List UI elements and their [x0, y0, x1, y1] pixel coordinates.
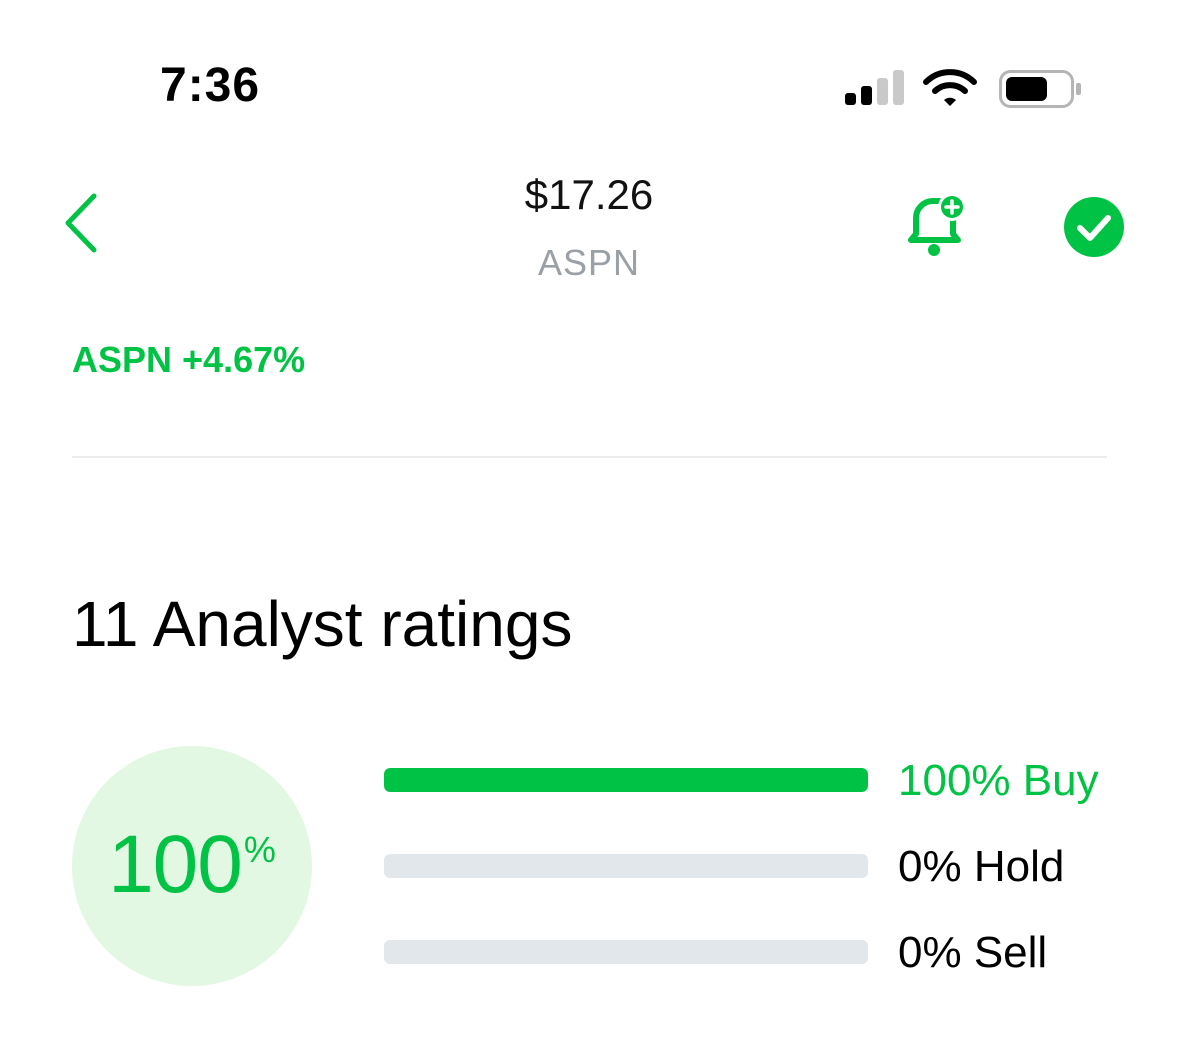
hold-rating-label: 0% Hold: [898, 842, 1065, 891]
chevron-left-icon: [65, 193, 97, 253]
buy-rating-fill: [384, 768, 868, 792]
stock-price: $17.26: [524, 171, 654, 218]
stock-symbol: ASPN: [537, 242, 641, 283]
battery-icon: [999, 70, 1081, 108]
stock-detail-screen: 7:36 $17.26 ASPN ASPN +4.67% 11 Analyst …: [0, 0, 1179, 1059]
sell-rating-label: 0% Sell: [898, 928, 1048, 977]
sell-rating-bar: [384, 940, 868, 964]
analyst-score: 100%: [72, 824, 312, 906]
ticker-change[interactable]: ASPN +4.67%: [72, 342, 305, 378]
buy-rating-bar: [384, 768, 868, 792]
hold-rating-bar: [384, 854, 868, 878]
bell-plus-icon: [908, 193, 966, 256]
analyst-score-circle: 100%: [72, 746, 312, 986]
watchlist-button[interactable]: [1063, 196, 1125, 258]
analyst-score-value: 100: [108, 819, 243, 910]
back-button[interactable]: [60, 190, 110, 256]
price-alert-button[interactable]: [900, 188, 972, 260]
check-circle-icon: [1064, 197, 1124, 257]
analyst-ratings-title: 11 Analyst ratings: [72, 588, 573, 660]
analyst-score-unit: %: [243, 829, 276, 870]
divider: [72, 456, 1107, 458]
cellular-signal-icon: [845, 68, 907, 108]
status-time: 7:36: [160, 59, 261, 112]
buy-rating-label: 100% Buy: [898, 756, 1099, 805]
wifi-icon: [923, 69, 977, 106]
